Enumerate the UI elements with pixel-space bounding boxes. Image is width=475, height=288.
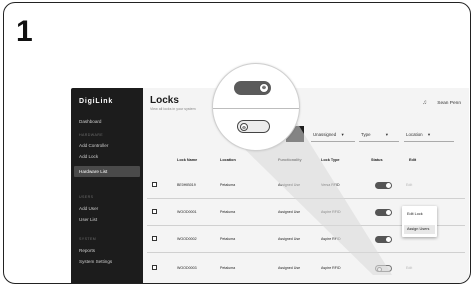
filter-location[interactable]: Location ▾ xyxy=(406,132,430,138)
toggle-knob xyxy=(377,267,382,272)
lock-functionality: Assigned Use xyxy=(278,183,301,187)
table-header: Lock Name Location Functionality Lock Ty… xyxy=(143,154,469,166)
lock-type: Aspire RFID xyxy=(321,266,341,270)
row-divider xyxy=(147,251,465,252)
column-header-location[interactable]: Location xyxy=(220,158,236,162)
lock-name: BE0HIB019 xyxy=(177,183,196,187)
edit-link[interactable]: Edit xyxy=(406,183,412,187)
menu-item-edit-lock[interactable]: Edit Lock xyxy=(407,212,423,216)
filter-assignment[interactable]: Unassigned ▾ xyxy=(313,132,344,138)
lock-name: WOOD0002 xyxy=(177,237,197,241)
row-actions-menu: Edit Lock Assign Users xyxy=(402,206,437,237)
zoomed-toggle-enabled: ⊕ xyxy=(234,81,271,95)
page-subtitle: View all locks in your system xyxy=(150,107,196,111)
lock-functionality: Assigned Use xyxy=(278,237,301,241)
zoomed-toggle-disabled: ⊖ xyxy=(237,120,270,133)
page-title: Locks xyxy=(150,95,179,106)
row-checkbox[interactable] xyxy=(152,236,157,241)
filter-underline xyxy=(359,141,399,142)
user-menu[interactable]: ♫ Sean Penn xyxy=(422,100,461,106)
status-toggle[interactable] xyxy=(375,182,392,189)
lock-type: Aspire RFID xyxy=(321,237,341,241)
zoom-callout: ⊕ ⊖ xyxy=(212,63,300,151)
tutorial-step-card: 1 DigiLink Dashboard HARDWARE Add Contro… xyxy=(3,2,471,284)
sidebar-section-system: SYSTEM xyxy=(79,237,97,241)
sidebar-item-user-list[interactable]: User List xyxy=(79,217,97,222)
toggle-on-icon: ⊕ xyxy=(259,83,269,93)
status-toggle[interactable] xyxy=(375,209,392,216)
column-header-edit: Edit xyxy=(409,158,417,162)
column-header-functionality[interactable]: Functionality xyxy=(278,158,302,162)
column-header-status[interactable]: Status xyxy=(371,158,383,162)
chevron-down-icon: ▾ xyxy=(385,132,388,137)
chevron-down-icon: ▾ xyxy=(341,132,344,137)
sidebar-item-add-controller[interactable]: Add Controller xyxy=(79,143,108,148)
row-divider xyxy=(147,197,465,198)
status-toggle[interactable] xyxy=(375,236,392,243)
lock-location: Petaluma xyxy=(220,210,236,214)
sidebar-item-hardware-list[interactable]: Hardware List xyxy=(79,169,107,174)
lock-type: Aspire RFID xyxy=(321,210,341,214)
filter-underline xyxy=(311,141,355,142)
toggle-knob xyxy=(386,210,391,215)
chevron-down-icon: ▾ xyxy=(427,132,431,137)
toggle-knob xyxy=(386,237,391,242)
menu-item-assign-users[interactable]: Assign Users xyxy=(404,225,435,234)
step-number: 1 xyxy=(16,15,33,48)
app-logo: DigiLink xyxy=(79,98,114,105)
status-toggle[interactable] xyxy=(375,265,392,272)
toggle-off-icon: ⊖ xyxy=(240,122,248,131)
filter-type-label: Type xyxy=(361,132,371,137)
table-row[interactable]: BE0HIB019 Petaluma Assigned Use Versa RF… xyxy=(143,174,469,198)
row-checkbox[interactable] xyxy=(152,182,157,187)
lock-functionality: Assigned Use xyxy=(278,210,301,214)
main-content: Locks View all locks in your system ♫ Se… xyxy=(143,88,469,283)
sidebar-item-add-lock[interactable]: Add Lock xyxy=(79,154,98,159)
sidebar-item-dashboard[interactable]: Dashboard xyxy=(79,119,101,124)
lock-location: Petaluma xyxy=(220,183,236,187)
bell-icon[interactable]: ♫ xyxy=(422,100,427,106)
user-name[interactable]: Sean Penn xyxy=(437,101,461,106)
lock-type: Versa RFID xyxy=(321,183,340,187)
sidebar-section-users: USERS xyxy=(79,195,94,199)
toggle-knob xyxy=(386,183,391,188)
filter-location-label: Location xyxy=(406,132,423,137)
sidebar-item-system-settings[interactable]: System Settings xyxy=(79,259,112,264)
zoom-divider xyxy=(213,108,299,109)
sidebar: DigiLink Dashboard HARDWARE Add Controll… xyxy=(71,88,143,283)
lock-location: Petaluma xyxy=(220,237,236,241)
filter-assignment-label: Unassigned xyxy=(313,132,337,137)
filter-underline xyxy=(404,141,454,142)
lock-location: Petaluma xyxy=(220,266,236,270)
lock-name: WOOD0003 xyxy=(177,266,197,270)
sidebar-section-hardware: HARDWARE xyxy=(79,133,104,137)
row-checkbox[interactable] xyxy=(152,265,157,270)
column-header-lock-type[interactable]: Lock Type xyxy=(321,158,340,162)
lock-functionality: Assigned Use xyxy=(278,266,301,270)
row-checkbox[interactable] xyxy=(152,209,157,214)
sidebar-item-reports[interactable]: Reports xyxy=(79,248,95,253)
edit-link[interactable]: Edit xyxy=(406,266,412,270)
filter-type[interactable]: Type ▾ xyxy=(361,132,388,138)
table-row[interactable]: WOOD0003 Petaluma Assigned Use Aspire RF… xyxy=(143,257,469,281)
sidebar-item-add-user[interactable]: Add User xyxy=(79,206,98,211)
column-header-lock-name[interactable]: Lock Name xyxy=(177,158,197,162)
lock-name: WOOD0001 xyxy=(177,210,197,214)
